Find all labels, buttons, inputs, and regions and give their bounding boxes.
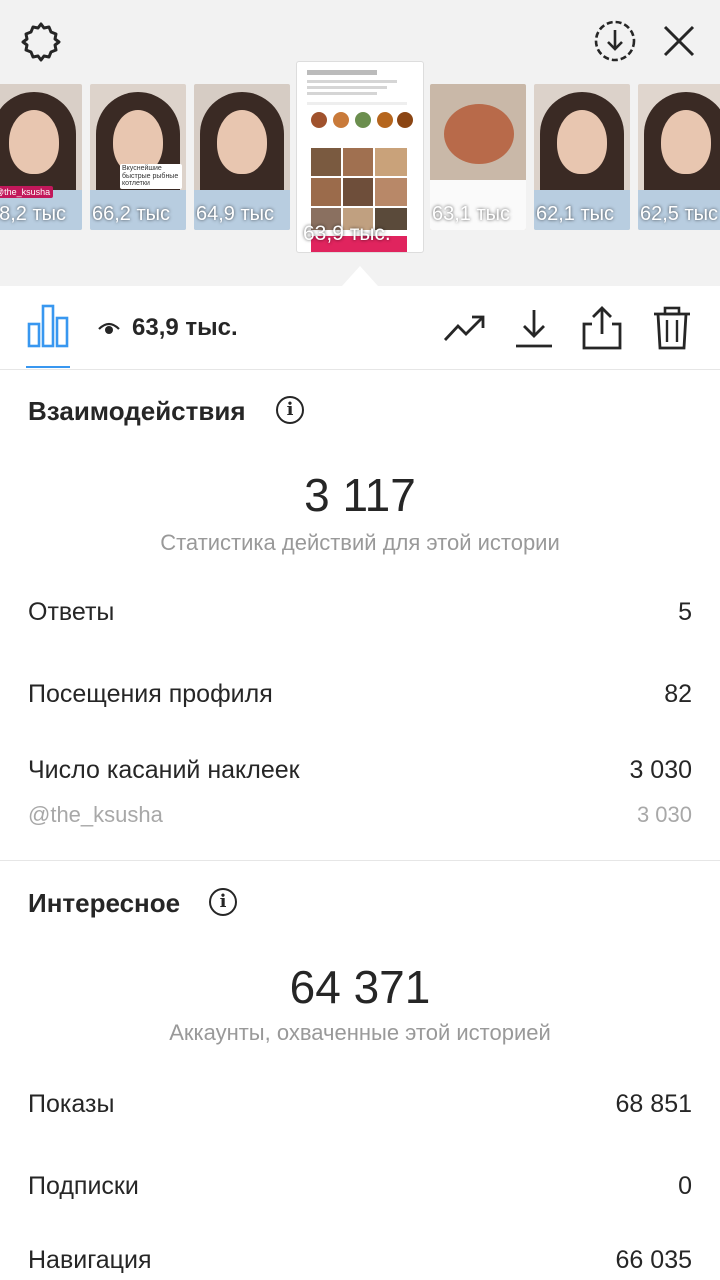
insights-sheet: 63,9 тыс. Взаимодействия i 3 117 Статист… xyxy=(0,286,720,1280)
delete-icon[interactable] xyxy=(650,306,694,350)
stat-value: 3 030 xyxy=(629,756,692,784)
share-icon[interactable] xyxy=(580,306,624,350)
thumbnail-views: 66,2 тыс xyxy=(92,203,171,225)
bar-chart-icon[interactable] xyxy=(26,302,70,348)
story-thumbnail-active[interactable]: 63,9 тыс. xyxy=(297,62,423,252)
close-icon[interactable] xyxy=(658,20,700,62)
stat-label: Подписки xyxy=(28,1172,139,1200)
story-thumbnail[interactable]: 63,1 тыс xyxy=(430,84,526,230)
story-thumbnail[interactable]: @the_ksusha 68,2 тыс xyxy=(0,84,82,230)
story-thumbnail[interactable]: 62,5 тыс xyxy=(638,84,720,230)
mention-tag: @the_ksusha xyxy=(0,186,54,198)
thumbnail-views: 64,9 тыс xyxy=(196,203,275,225)
stat-label: Посещения профиля xyxy=(28,680,273,708)
stat-label: Навигация xyxy=(28,1246,152,1274)
story-thumbnails: @the_ksusha 68,2 тыс Вкуснейшие быстрые … xyxy=(0,62,720,262)
stat-label: Число касаний наклеек xyxy=(28,756,300,784)
insights-icon[interactable] xyxy=(442,306,486,350)
interactions-total: 3 117 xyxy=(304,469,416,521)
stat-label: Ответы xyxy=(28,598,115,626)
active-story-pointer xyxy=(342,266,378,286)
stat-value: 66 035 xyxy=(615,1246,692,1274)
eye-icon xyxy=(98,322,120,334)
story-thumbnail[interactable]: 62,1 тыс xyxy=(534,84,630,230)
thumbnail-views: 68,2 тыс xyxy=(0,203,67,225)
stat-value: 5 xyxy=(678,598,692,626)
thumbnail-views: 63,1 тыс xyxy=(432,203,511,225)
stat-value: 82 xyxy=(664,680,692,708)
section-divider xyxy=(0,860,720,861)
discovery-total: 64 371 xyxy=(289,961,431,1013)
stat-value: 0 xyxy=(678,1172,692,1200)
thumbnail-views: 63,9 тыс. xyxy=(303,222,391,245)
download-icon[interactable] xyxy=(512,306,556,350)
thumbnail-views: 62,5 тыс xyxy=(640,203,719,225)
story-thumbnail[interactable]: Вкуснейшие быстрые рыбные котлетки 66,2 … xyxy=(90,84,186,230)
discovery-caption: Аккаунты, охваченные этой историей xyxy=(169,1020,551,1045)
thumbnail-views: 62,1 тыс xyxy=(536,203,615,225)
views-total: 63,9 тыс. xyxy=(132,314,238,341)
stat-label: Показы xyxy=(28,1090,115,1118)
interactions-caption: Статистика действий для этой истории xyxy=(160,530,560,555)
story-strip-area: @the_ksusha 68,2 тыс Вкуснейшие быстрые … xyxy=(0,0,720,286)
interactions-title: Взаимодействия xyxy=(28,396,246,426)
sticker-mention-value: 3 030 xyxy=(636,802,692,827)
stat-value: 68 851 xyxy=(615,1090,692,1118)
info-icon[interactable]: i xyxy=(276,396,304,424)
discovery-title: Интересное xyxy=(28,888,181,918)
save-story-icon[interactable] xyxy=(592,18,638,64)
gear-icon[interactable] xyxy=(18,18,64,64)
story-thumbnail[interactable]: 64,9 тыс xyxy=(194,84,290,230)
active-tab-indicator xyxy=(26,366,70,368)
info-icon[interactable]: i xyxy=(209,888,237,916)
story-note: Вкуснейшие быстрые рыбные котлетки xyxy=(120,164,182,190)
insights-toolbar: 63,9 тыс. xyxy=(0,286,720,370)
sticker-mention-label: @the_ksusha xyxy=(28,802,163,827)
